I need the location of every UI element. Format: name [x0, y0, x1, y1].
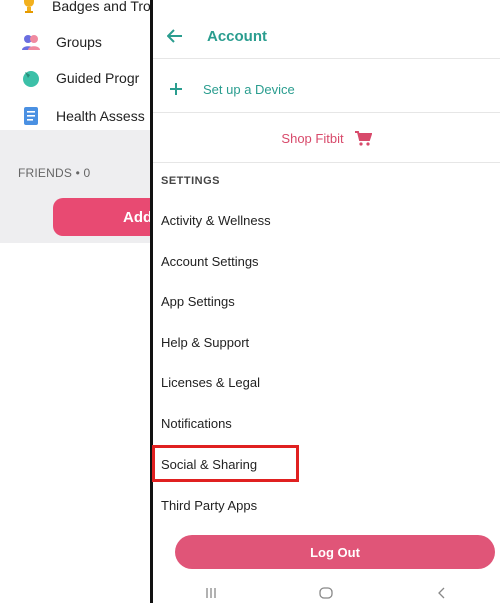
log-out-button[interactable]: Log Out: [175, 535, 495, 569]
shop-fitbit-label: Shop Fitbit: [281, 130, 344, 146]
setting-licenses-legal[interactable]: Licenses & Legal: [153, 362, 500, 402]
back-nav-icon[interactable]: [432, 585, 452, 601]
list-item-badges[interactable]: Badges and Trophies: [0, 0, 184, 24]
guided-programs-icon: [20, 67, 42, 89]
plus-icon: [167, 80, 185, 98]
setting-label: Licenses & Legal: [161, 374, 261, 390]
shop-fitbit-link[interactable]: Shop Fitbit: [153, 124, 500, 152]
list-item-label: Groups: [56, 34, 102, 50]
highlight-box: [152, 445, 299, 482]
setup-device-button[interactable]: Set up a Device: [153, 72, 500, 106]
recent-apps-icon[interactable]: [201, 585, 221, 601]
home-icon[interactable]: [316, 585, 336, 601]
back-arrow-icon[interactable]: [163, 24, 187, 48]
setting-activity-wellness[interactable]: Activity & Wellness: [153, 200, 500, 240]
divider: [153, 162, 500, 163]
trophy-icon: [20, 0, 38, 17]
setting-label: Help & Support: [161, 334, 250, 350]
divider: [153, 112, 500, 113]
setting-help-support[interactable]: Help & Support: [153, 322, 500, 362]
divider: [153, 58, 500, 59]
cart-icon: [354, 130, 372, 146]
account-header: Account: [153, 14, 500, 58]
setting-notifications[interactable]: Notifications: [153, 403, 500, 443]
groups-icon: [20, 31, 42, 53]
list-item-groups[interactable]: Groups: [0, 24, 160, 60]
setting-label: Account Settings: [161, 253, 259, 269]
setup-device-label: Set up a Device: [203, 81, 295, 97]
system-nav-bar: [153, 583, 500, 603]
page-title: Account: [207, 27, 267, 45]
setting-label: Notifications: [161, 415, 232, 431]
account-panel: Account Set up a Device Shop Fitbit SETT…: [150, 0, 500, 603]
setting-app-settings[interactable]: App Settings: [153, 281, 500, 321]
list-item-health[interactable]: Health Assess: [0, 98, 160, 134]
health-assessment-icon: [20, 105, 42, 127]
settings-section-title: SETTINGS: [161, 175, 221, 187]
list-item-label: Guided Progr: [56, 70, 140, 86]
setting-label: Activity & Wellness: [161, 212, 271, 228]
list-item-guided[interactable]: Guided Progr: [0, 60, 160, 96]
setting-third-party-apps[interactable]: Third Party Apps: [153, 485, 500, 525]
list-item-label: Health Assess: [56, 108, 145, 124]
setting-label: Third Party Apps: [161, 497, 258, 513]
setting-label: App Settings: [161, 293, 235, 309]
friends-count-label: FRIENDS • 0: [18, 166, 91, 180]
setting-account-settings[interactable]: Account Settings: [153, 241, 500, 281]
